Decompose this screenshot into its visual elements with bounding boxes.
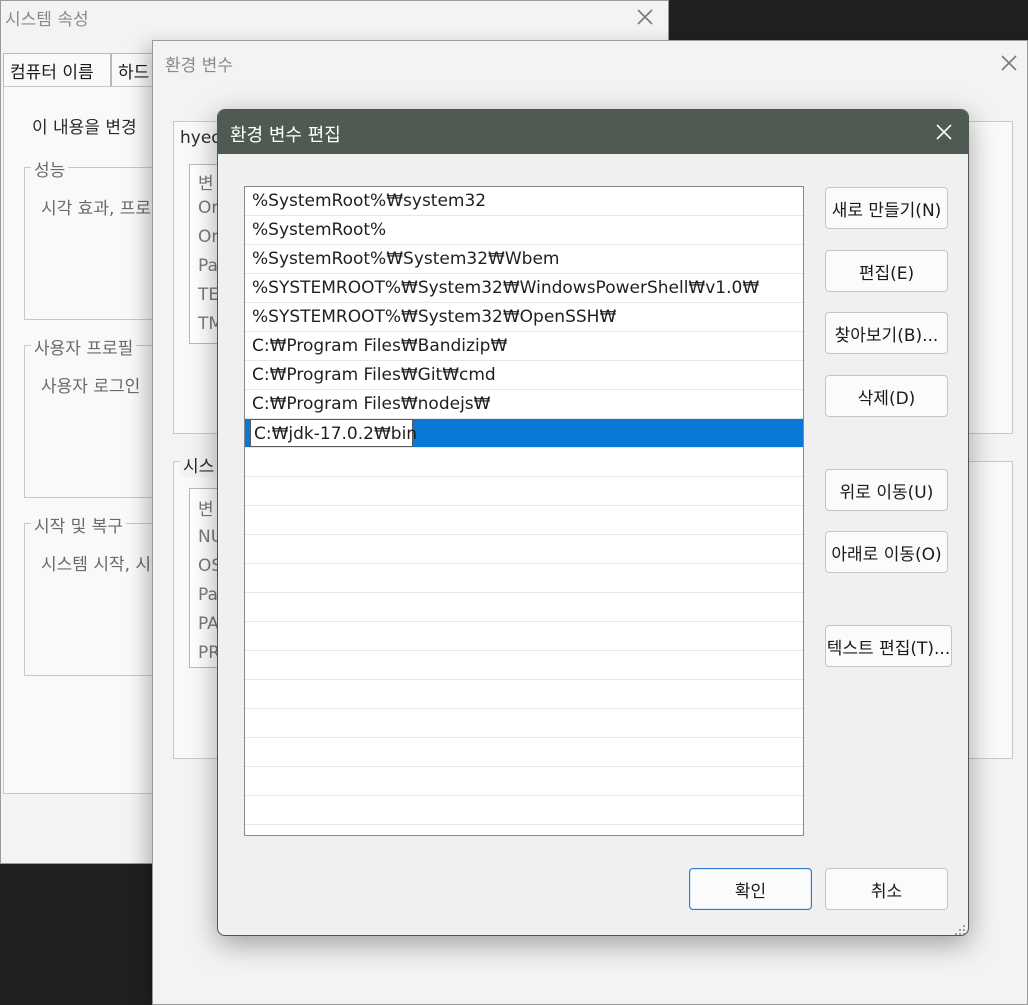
delete-button[interactable]: 삭제(D) [825, 375, 948, 417]
ok-button[interactable]: 확인 [689, 868, 812, 910]
group-text: 시스템 시작, 시 [41, 555, 152, 575]
list-item-empty[interactable] [245, 593, 803, 622]
cancel-button[interactable]: 취소 [825, 868, 948, 910]
path-edit-value: C:₩jdk-17.0.2₩bin [254, 424, 418, 444]
list-header: 변 [198, 500, 214, 520]
path-value: %SystemRoot%₩system32 [252, 191, 487, 211]
dialog-titlebar: 환경 변수 편집 [218, 110, 968, 154]
list-item[interactable]: %SystemRoot% [245, 216, 803, 245]
path-value: %SystemRoot% [252, 220, 387, 240]
list-item[interactable]: PA [198, 614, 219, 634]
group-legend: 성능 [31, 156, 69, 181]
list-item-empty[interactable] [245, 535, 803, 564]
new-button[interactable]: 새로 만들기(N) [825, 187, 948, 229]
list-item-empty[interactable] [245, 506, 803, 535]
close-icon[interactable] [932, 120, 956, 144]
dialog-title: 환경 변수 편집 [230, 125, 341, 146]
group-text: 시각 효과, 프로 [41, 199, 152, 219]
group-legend: 시작 및 복구 [31, 512, 127, 537]
list-item[interactable]: C:₩Program Files₩Bandizip₩ [245, 332, 803, 361]
list-item[interactable]: %SYSTEMROOT%₩System32₩OpenSSH₩ [245, 303, 803, 332]
list-item-selected[interactable]: C:₩jdk-17.0.2₩bin [245, 419, 803, 448]
close-icon[interactable] [633, 5, 657, 29]
list-item[interactable]: C:₩Program Files₩nodejs₩ [245, 390, 803, 419]
tab-computer-name[interactable]: 컴퓨터 이름 [3, 53, 111, 87]
list-item[interactable]: TE [198, 285, 219, 305]
window-title: 환경 변수 [165, 56, 233, 76]
user-variables-label: hyeo [180, 128, 222, 148]
browse-button[interactable]: 찾아보기(B)... [825, 312, 948, 354]
list-item-empty[interactable] [245, 564, 803, 593]
path-value: C:₩Program Files₩Git₩cmd [252, 365, 496, 385]
list-header: 변 [198, 174, 214, 194]
close-icon[interactable] [997, 51, 1021, 75]
list-item[interactable]: %SystemRoot%₩system32 [245, 187, 803, 216]
list-item-empty[interactable] [245, 796, 803, 825]
path-value: %SystemRoot%₩System32₩Wbem [252, 249, 560, 269]
path-value: %SYSTEMROOT%₩System32₩WindowsPowerShell₩… [252, 278, 760, 298]
path-value: C:₩Program Files₩Bandizip₩ [252, 336, 508, 356]
edit-environment-variable-dialog: 환경 변수 편집 %SystemRoot%₩system32 %SystemRo… [217, 109, 969, 936]
list-item-empty[interactable] [245, 680, 803, 709]
list-item[interactable]: Pa [198, 585, 218, 605]
path-value: %SYSTEMROOT%₩System32₩OpenSSH₩ [252, 307, 617, 327]
list-item-empty[interactable] [245, 622, 803, 651]
path-list[interactable]: %SystemRoot%₩system32 %SystemRoot% %Syst… [244, 186, 804, 836]
resize-grip-icon[interactable] [954, 921, 966, 935]
path-edit-input[interactable]: C:₩jdk-17.0.2₩bin [250, 419, 417, 447]
intro-text: 이 내용을 변경 [32, 118, 137, 138]
system-variables-label: 시스 [180, 452, 218, 477]
list-item-empty[interactable] [245, 477, 803, 506]
edit-text-button[interactable]: 텍스트 편집(T)... [825, 625, 952, 667]
list-item[interactable]: Pa [198, 256, 218, 276]
list-item-empty[interactable] [245, 767, 803, 796]
list-item[interactable]: %SYSTEMROOT%₩System32₩WindowsPowerShell₩… [245, 274, 803, 303]
path-value: C:₩Program Files₩nodejs₩ [252, 394, 491, 414]
group-text: 사용자 로그인 [41, 377, 141, 397]
list-item-empty[interactable] [245, 651, 803, 680]
list-item-empty[interactable] [245, 709, 803, 738]
window-title: 시스템 속성 [5, 10, 89, 30]
group-legend: 사용자 프로필 [31, 334, 137, 359]
list-item-empty[interactable] [245, 738, 803, 767]
move-up-button[interactable]: 위로 이동(U) [825, 469, 948, 511]
list-item[interactable]: %SystemRoot%₩System32₩Wbem [245, 245, 803, 274]
edit-button[interactable]: 편집(E) [825, 250, 948, 292]
move-down-button[interactable]: 아래로 이동(O) [825, 531, 948, 573]
list-item-empty[interactable] [245, 448, 803, 477]
list-item[interactable]: C:₩Program Files₩Git₩cmd [245, 361, 803, 390]
